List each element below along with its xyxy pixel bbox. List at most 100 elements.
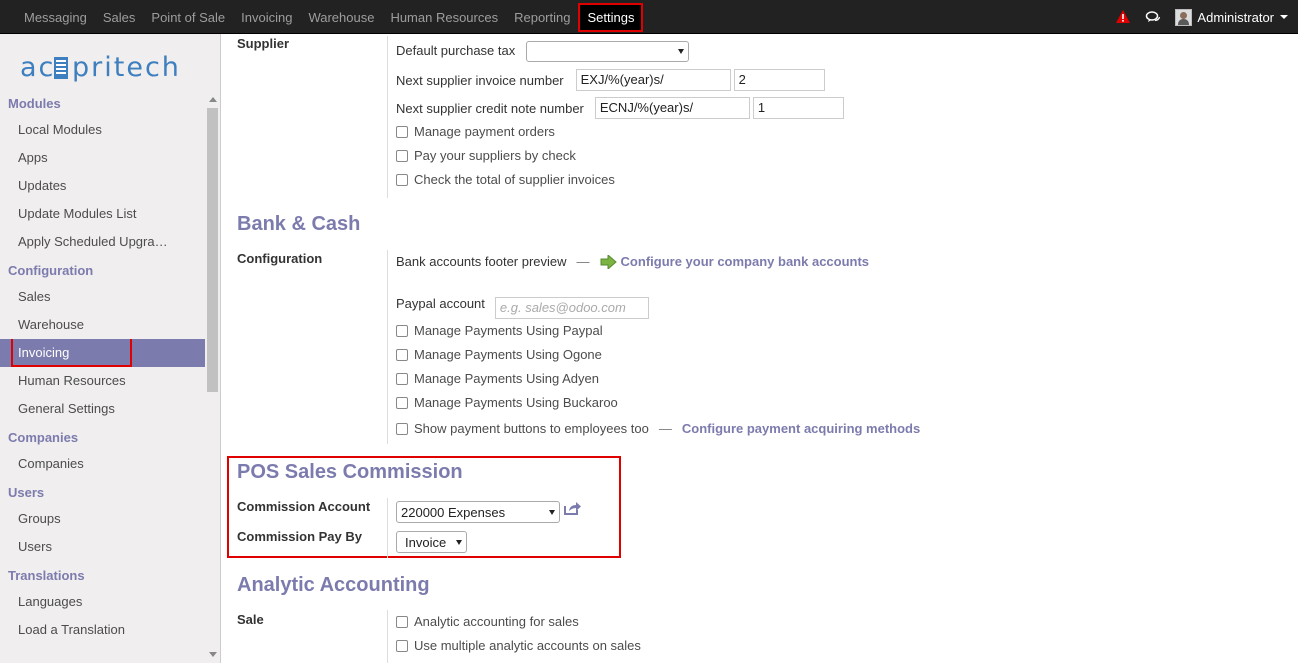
sidebar-item-users[interactable]: Users bbox=[0, 533, 205, 561]
commission-pay-by-select[interactable]: Invoice bbox=[396, 531, 467, 553]
menu-settings[interactable]: Settings bbox=[578, 2, 644, 32]
scrollbar-thumb[interactable] bbox=[207, 108, 218, 392]
paypal-checkbox[interactable] bbox=[396, 324, 408, 337]
sidebar-item-general-settings[interactable]: General Settings bbox=[0, 395, 205, 423]
checkbox-label: Use multiple analytic accounts on sales bbox=[414, 638, 641, 653]
default-purchase-tax-select[interactable] bbox=[526, 41, 690, 62]
warning-icon[interactable] bbox=[1115, 9, 1131, 25]
section-configuration: Configuration bbox=[8, 263, 94, 278]
svg-text:pritech: pritech bbox=[72, 52, 181, 83]
sidebar-item-sales[interactable]: Sales bbox=[0, 283, 205, 311]
caret-down-icon bbox=[1280, 15, 1288, 19]
bank-cash-heading: Bank & Cash bbox=[237, 213, 361, 235]
checkbox-label: Analytic accounting for sales bbox=[414, 614, 579, 629]
dropdown-arrow-icon bbox=[456, 539, 462, 545]
menu-invoicing[interactable]: Invoicing bbox=[233, 6, 300, 29]
sidebar: ac pritech Modules Local Modules Apps Up… bbox=[0, 34, 221, 663]
next-invoice-number-input[interactable]: 2 bbox=[733, 69, 825, 91]
next-credit-number-input[interactable]: 1 bbox=[752, 97, 844, 119]
checkbox-label: Manage Payments Using Buckaroo bbox=[414, 395, 618, 410]
separator-dash: — bbox=[576, 254, 590, 269]
next-invoice-prefix-input[interactable]: EXJ/%(year)s/ bbox=[575, 69, 731, 91]
dropdown-arrow-icon bbox=[549, 509, 555, 515]
checkbox-label: Show payment buttons to employees too bbox=[414, 421, 649, 436]
sidebar-scrollbar[interactable] bbox=[205, 92, 220, 663]
commission-account-select[interactable]: 220000 Expenses bbox=[396, 501, 560, 523]
divider bbox=[387, 610, 388, 663]
user-menu[interactable]: Administrator bbox=[1175, 8, 1288, 26]
adyen-checkbox[interactable] bbox=[396, 372, 408, 385]
analytic-heading: Analytic Accounting bbox=[237, 574, 430, 596]
sidebar-item-apps[interactable]: Apps bbox=[0, 144, 205, 172]
pos-commission-heading: POS Sales Commission bbox=[237, 461, 463, 483]
sidebar-item-groups[interactable]: Groups bbox=[0, 505, 205, 533]
sale-label: Sale bbox=[237, 612, 264, 627]
highlight-box bbox=[11, 339, 132, 367]
sidebar-item-warehouse[interactable]: Warehouse bbox=[0, 311, 205, 339]
divider bbox=[387, 498, 388, 558]
menu-warehouse[interactable]: Warehouse bbox=[300, 6, 382, 29]
sidebar-item-local-modules[interactable]: Local Modules bbox=[0, 116, 205, 144]
arrow-right-icon bbox=[600, 253, 617, 270]
default-purchase-tax-label: Default purchase tax bbox=[396, 42, 516, 58]
sidebar-item-updates[interactable]: Updates bbox=[0, 172, 205, 200]
supplier-label: Supplier bbox=[237, 36, 290, 51]
section-companies: Companies bbox=[8, 430, 79, 445]
sidebar-item-languages[interactable]: Languages bbox=[0, 588, 205, 616]
buckaroo-checkbox[interactable] bbox=[396, 396, 408, 409]
next-credit-label: Next supplier credit note number bbox=[396, 100, 584, 116]
check-supplier-total-checkbox[interactable] bbox=[396, 173, 408, 186]
user-name: Administrator bbox=[1197, 9, 1274, 25]
section-users: Users bbox=[8, 485, 45, 500]
scroll-up-icon[interactable] bbox=[209, 97, 217, 102]
separator-dash: — bbox=[658, 421, 672, 436]
commission-account-label: Commission Account bbox=[237, 499, 371, 514]
analytic-sales-checkbox[interactable] bbox=[396, 615, 408, 628]
sidebar-nav: Modules Local Modules Apps Updates Updat… bbox=[0, 92, 205, 644]
settings-form: Supplier Default purchase tax Next suppl… bbox=[222, 34, 1298, 663]
logo-graphic: ac pritech bbox=[20, 52, 181, 83]
menu-point-of-sale[interactable]: Point of Sale bbox=[143, 6, 233, 29]
menu-reporting[interactable]: Reporting bbox=[506, 6, 578, 29]
configure-acquiring-link[interactable]: Configure payment acquiring methods bbox=[682, 421, 920, 436]
paypal-placeholder: e.g. sales@odoo.com bbox=[499, 300, 626, 315]
svg-text:ac: ac bbox=[20, 52, 55, 83]
configuration-label: Configuration bbox=[237, 251, 323, 266]
chat-icon[interactable] bbox=[1145, 9, 1161, 25]
show-payment-buttons-checkbox[interactable] bbox=[396, 422, 408, 435]
sidebar-item-update-modules-list[interactable]: Update Modules List bbox=[0, 200, 205, 228]
next-invoice-label: Next supplier invoice number bbox=[396, 72, 564, 88]
menu-messaging[interactable]: Messaging bbox=[16, 6, 95, 29]
multiple-analytic-checkbox[interactable] bbox=[396, 639, 408, 652]
checkbox-label: Manage Payments Using Adyen bbox=[414, 371, 599, 386]
section-modules: Modules bbox=[8, 96, 61, 111]
menu-sales[interactable]: Sales bbox=[95, 6, 144, 29]
sidebar-item-invoicing[interactable]: Invoicing bbox=[0, 339, 205, 367]
paypal-account-input[interactable]: e.g. sales@odoo.com bbox=[494, 297, 649, 319]
section-translations: Translations bbox=[8, 568, 85, 583]
main-menu: Messaging Sales Point of Sale Invoicing … bbox=[16, 0, 644, 34]
company-logo: ac pritech bbox=[20, 50, 200, 83]
pay-suppliers-by-check-checkbox[interactable] bbox=[396, 149, 408, 162]
next-credit-prefix-input[interactable]: ECNJ/%(year)s/ bbox=[594, 97, 750, 119]
ogone-checkbox[interactable] bbox=[396, 348, 408, 361]
footer-preview-label: Bank accounts footer preview bbox=[396, 254, 567, 269]
avatar bbox=[1175, 8, 1193, 26]
sidebar-item-load-translation[interactable]: Load a Translation bbox=[0, 616, 205, 644]
external-link-icon[interactable] bbox=[564, 501, 582, 515]
sidebar-item-companies[interactable]: Companies bbox=[0, 450, 205, 478]
sidebar-item-apply-scheduled-upgrades[interactable]: Apply Scheduled Upgra… bbox=[0, 228, 205, 256]
checkbox-label: Check the total of supplier invoices bbox=[414, 172, 615, 187]
scroll-down-icon[interactable] bbox=[209, 652, 217, 657]
menu-human-resources[interactable]: Human Resources bbox=[382, 6, 506, 29]
paypal-label: Paypal account bbox=[396, 296, 485, 311]
sidebar-item-human-resources[interactable]: Human Resources bbox=[0, 367, 205, 395]
commission-pay-by-label: Commission Pay By bbox=[237, 529, 362, 544]
manage-payment-orders-checkbox[interactable] bbox=[396, 125, 408, 138]
checkbox-label: Manage Payments Using Paypal bbox=[414, 323, 603, 338]
configure-bank-accounts-link[interactable]: Configure your company bank accounts bbox=[621, 254, 870, 269]
divider bbox=[387, 250, 388, 444]
divider bbox=[387, 36, 388, 198]
checkbox-label: Pay your suppliers by check bbox=[414, 148, 576, 163]
top-navbar: Messaging Sales Point of Sale Invoicing … bbox=[0, 0, 1298, 34]
